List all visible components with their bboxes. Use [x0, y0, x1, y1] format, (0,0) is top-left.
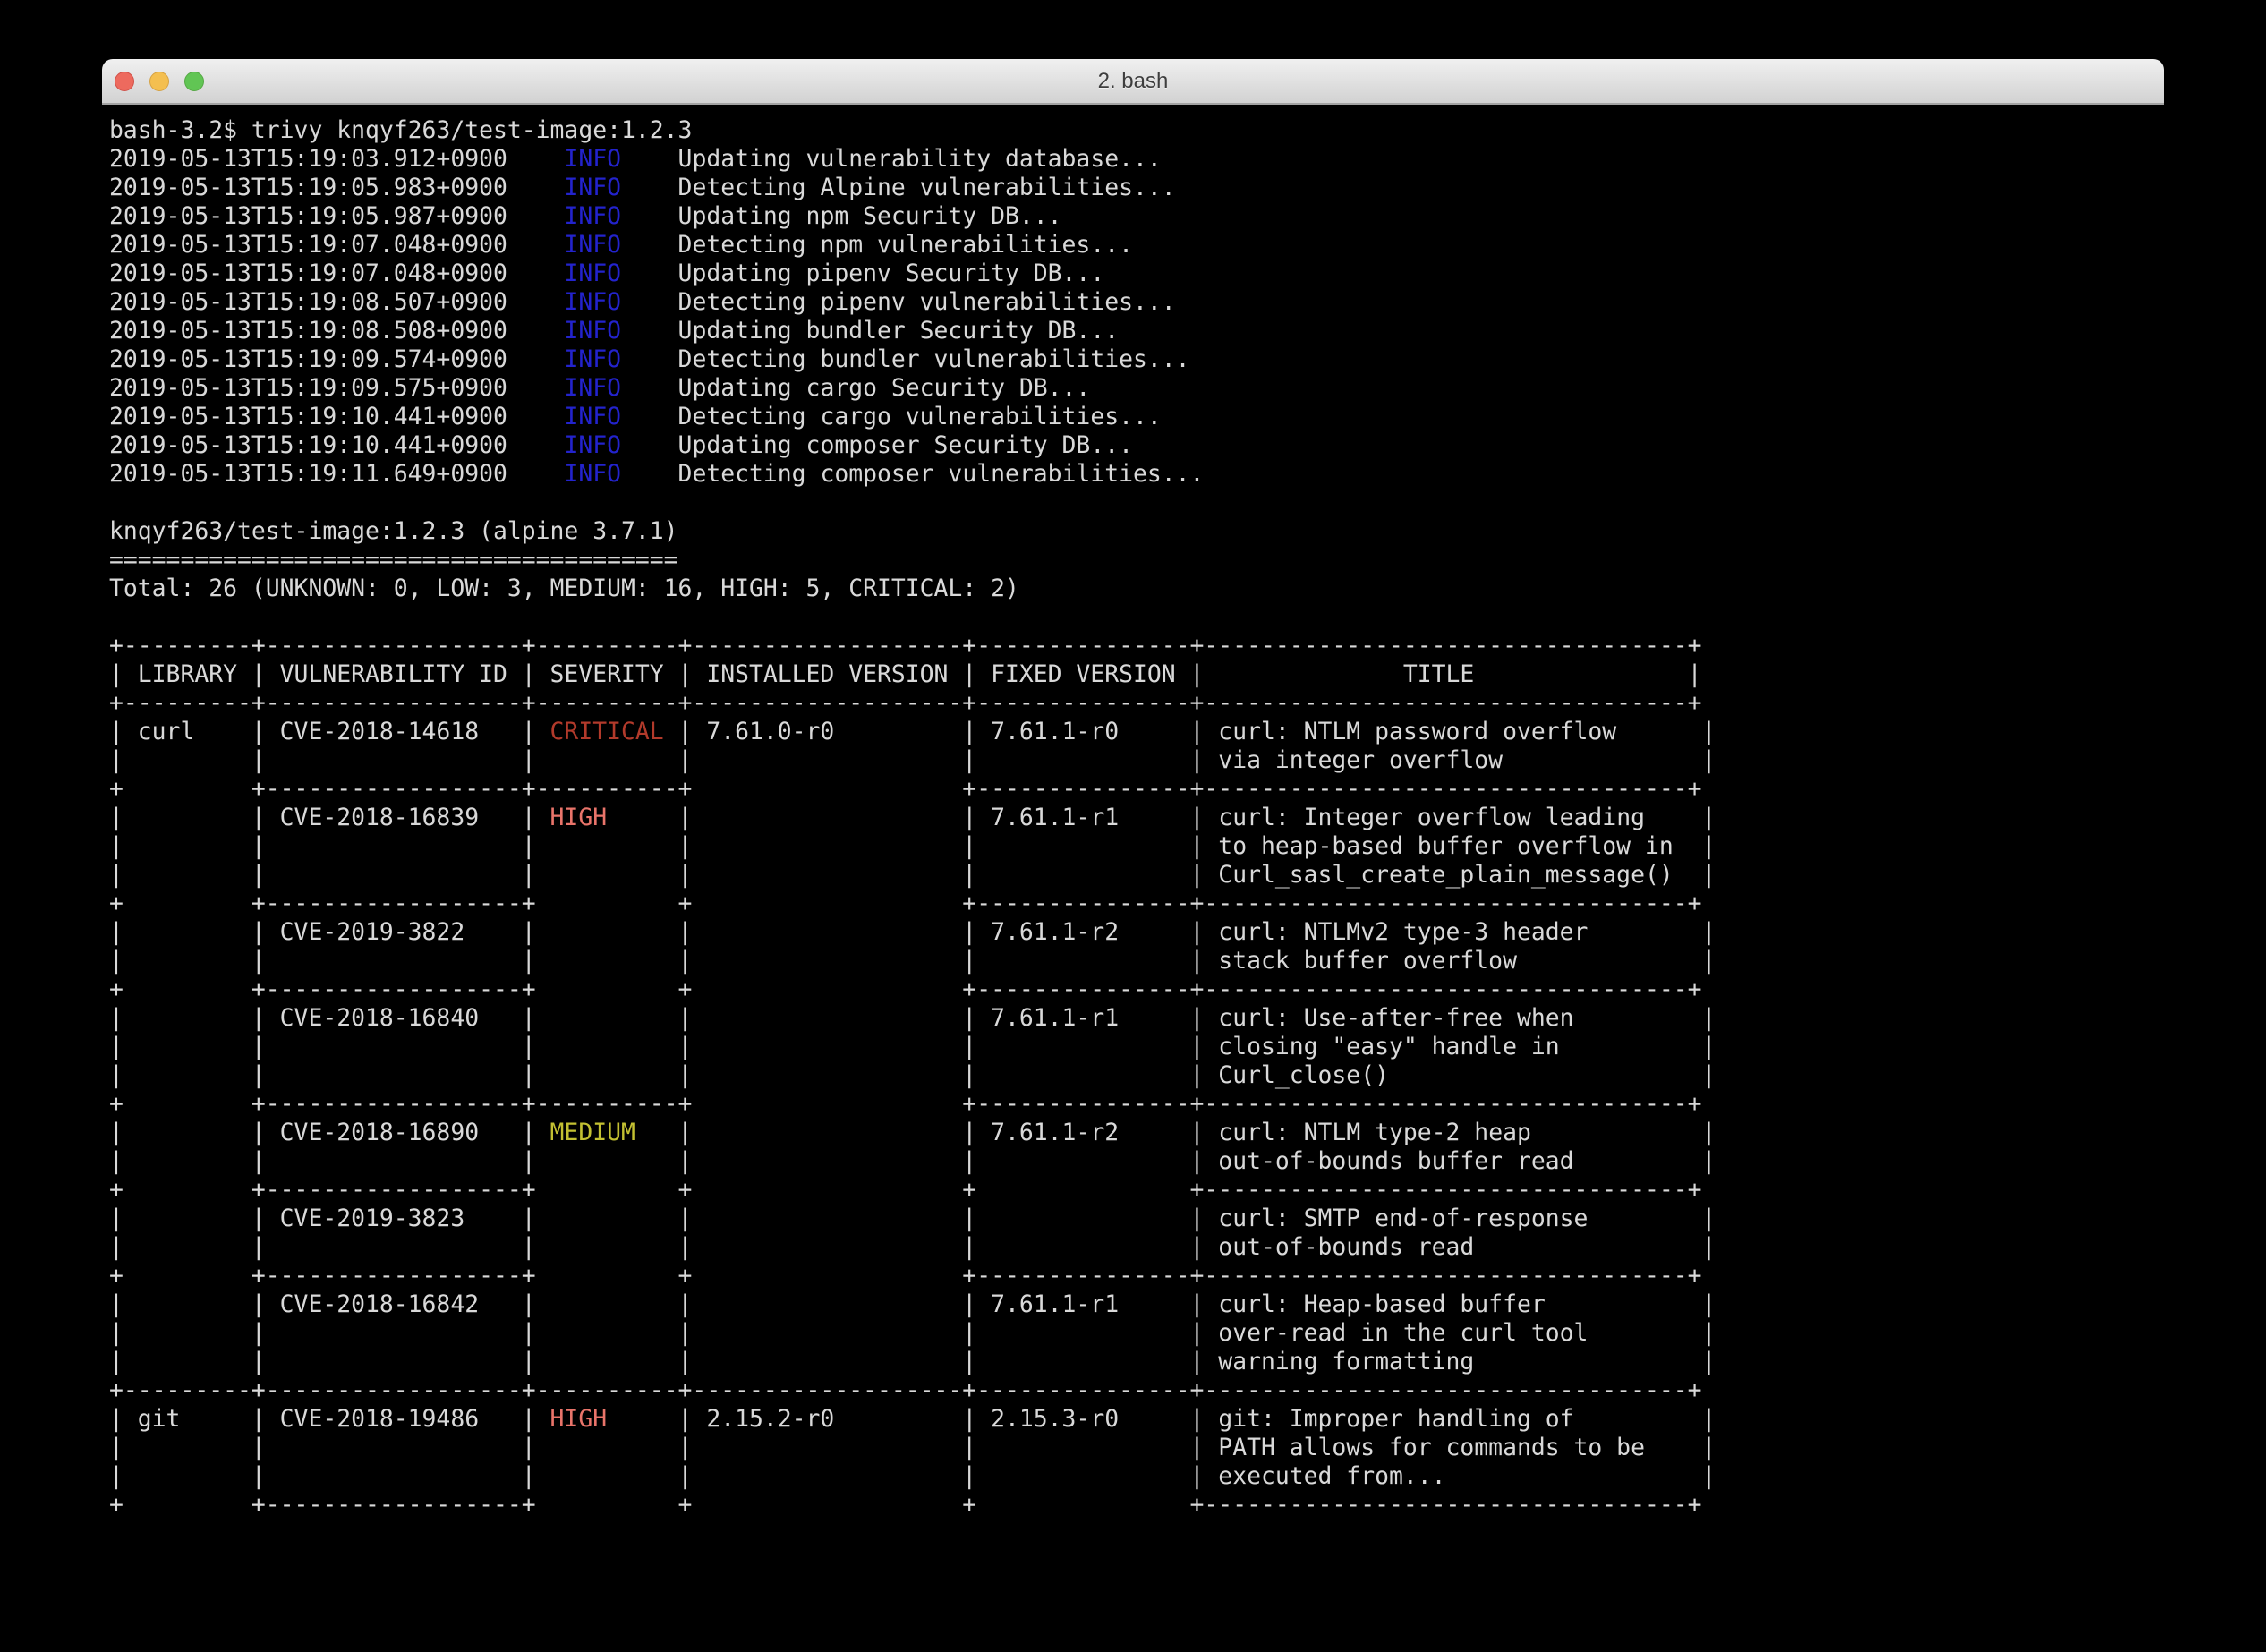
terminal-line: +---------+------------------+----------…	[109, 632, 2157, 660]
terminal-line: | LIBRARY | VULNERABILITY ID | SEVERITY …	[109, 660, 2157, 689]
titlebar[interactable]: 2. bash	[102, 59, 2164, 105]
terminal-line: | | CVE-2018-16840 | | | 7.61.1-r1 | cur…	[109, 1004, 2157, 1033]
terminal-line: | | CVE-2019-3823 | | | | curl: SMTP end…	[109, 1205, 2157, 1233]
terminal-line: ========================================	[109, 546, 2157, 575]
window-title: 2. bash	[1098, 69, 1169, 94]
terminal-line: 2019-05-13T15:19:08.508+0900 INFO Updati…	[109, 317, 2157, 345]
terminal-line: | curl | CVE-2018-14618 | CRITICAL | 7.6…	[109, 718, 2157, 746]
terminal-line: bash-3.2$ trivy knqyf263/test-image:1.2.…	[109, 116, 2157, 145]
terminal-line: + +------------------+ + +--------------…	[109, 890, 2157, 918]
close-button[interactable]	[115, 72, 134, 91]
terminal-line: knqyf263/test-image:1.2.3 (alpine 3.7.1)	[109, 517, 2157, 546]
terminal-line: 2019-05-13T15:19:09.575+0900 INFO Updati…	[109, 374, 2157, 403]
minimize-button[interactable]	[149, 72, 169, 91]
terminal-line: | | | | | | over-read in the curl tool |	[109, 1319, 2157, 1348]
terminal-line: | | | | | | closing "easy" handle in |	[109, 1033, 2157, 1061]
terminal-line: | | | | | | via integer overflow |	[109, 746, 2157, 775]
terminal-line: | | | | | | PATH allows for commands to …	[109, 1434, 2157, 1462]
terminal-line: | | CVE-2019-3822 | | | 7.61.1-r2 | curl…	[109, 918, 2157, 947]
terminal-line: + +------------------+ + +--------------…	[109, 1262, 2157, 1290]
terminal-line: | git | CVE-2018-19486 | HIGH | 2.15.2-r…	[109, 1405, 2157, 1434]
terminal-line: | | CVE-2018-16890 | MEDIUM | | 7.61.1-r…	[109, 1119, 2157, 1147]
terminal-line: +---------+------------------+----------…	[109, 689, 2157, 718]
terminal-line: + +------------------+ + +--------------…	[109, 975, 2157, 1004]
terminal-line: 2019-05-13T15:19:09.574+0900 INFO Detect…	[109, 345, 2157, 374]
terminal-line: | | CVE-2018-16839 | HIGH | | 7.61.1-r1 …	[109, 804, 2157, 832]
zoom-button[interactable]	[184, 72, 204, 91]
terminal-line: 2019-05-13T15:19:11.649+0900 INFO Detect…	[109, 460, 2157, 489]
terminal-line: | | | | | | out-of-bounds read |	[109, 1233, 2157, 1262]
terminal-line: 2019-05-13T15:19:05.983+0900 INFO Detect…	[109, 174, 2157, 202]
terminal-line: + +------------------+----------+ +-----…	[109, 775, 2157, 804]
terminal-line: + +------------------+ + + +------------…	[109, 1176, 2157, 1205]
terminal-line: +---------+------------------+----------…	[109, 1376, 2157, 1405]
terminal-line: + +------------------+ + + +------------…	[109, 1491, 2157, 1520]
terminal-line: 2019-05-13T15:19:03.912+0900 INFO Updati…	[109, 145, 2157, 174]
terminal-line: 2019-05-13T15:19:10.441+0900 INFO Updati…	[109, 431, 2157, 460]
terminal-line: | | | | | | stack buffer overflow |	[109, 947, 2157, 975]
terminal-line: 2019-05-13T15:19:07.048+0900 INFO Detect…	[109, 231, 2157, 260]
terminal-line: 2019-05-13T15:19:08.507+0900 INFO Detect…	[109, 288, 2157, 317]
terminal-line: | | | | | | to heap-based buffer overflo…	[109, 832, 2157, 861]
terminal-line: | | | | | | Curl_close() |	[109, 1061, 2157, 1090]
terminal-line: | | CVE-2018-16842 | | | 7.61.1-r1 | cur…	[109, 1290, 2157, 1319]
terminal-line: 2019-05-13T15:19:05.987+0900 INFO Updati…	[109, 202, 2157, 231]
terminal-line	[109, 489, 2157, 517]
terminal-line: Total: 26 (UNKNOWN: 0, LOW: 3, MEDIUM: 1…	[109, 575, 2157, 603]
terminal-window: 2. bash bash-3.2$ trivy knqyf263/test-im…	[102, 59, 2164, 1616]
terminal-output[interactable]: bash-3.2$ trivy knqyf263/test-image:1.2.…	[102, 105, 2164, 1531]
terminal-line: | | | | | | out-of-bounds buffer read |	[109, 1147, 2157, 1176]
terminal-line: 2019-05-13T15:19:07.048+0900 INFO Updati…	[109, 260, 2157, 288]
traffic-lights	[115, 59, 204, 103]
terminal-line: | | | | | | Curl_sasl_create_plain_messa…	[109, 861, 2157, 890]
terminal-line	[109, 603, 2157, 632]
terminal-line: 2019-05-13T15:19:10.441+0900 INFO Detect…	[109, 403, 2157, 431]
terminal-line: | | | | | | warning formatting |	[109, 1348, 2157, 1376]
terminal-line: + +------------------+----------+ +-----…	[109, 1090, 2157, 1119]
terminal-line: | | | | | | executed from... |	[109, 1462, 2157, 1491]
